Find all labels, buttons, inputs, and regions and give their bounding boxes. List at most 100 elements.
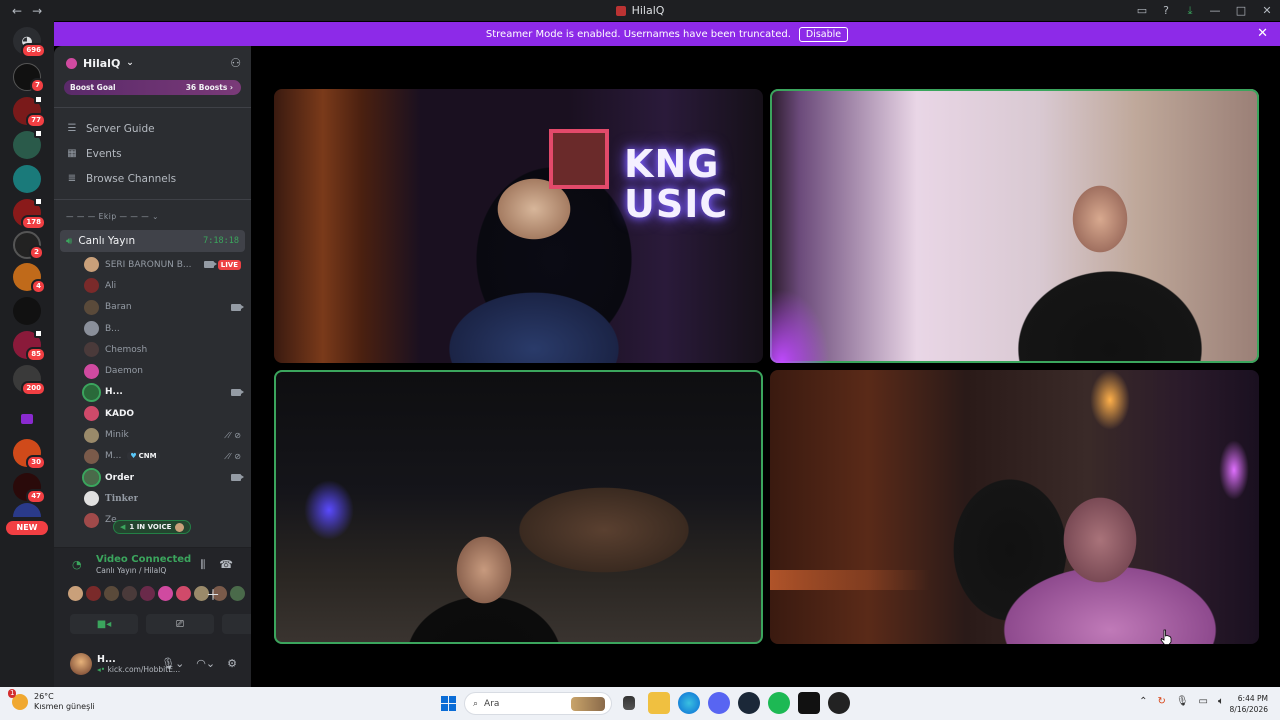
headphones-icon[interactable]: ◠⌄: [196, 657, 215, 670]
minimize-icon[interactable]: —: [1202, 0, 1228, 21]
avatar[interactable]: [140, 586, 155, 601]
member-item[interactable]: SERİ BARONUN B... LIVE: [54, 254, 251, 275]
member-item[interactable]: Chemosh: [54, 339, 251, 360]
video-tile[interactable]: [770, 89, 1259, 363]
avatar[interactable]: [158, 586, 173, 601]
avatar[interactable]: [104, 586, 119, 601]
server-name: HilalQ: [83, 56, 121, 70]
voice-status[interactable]: Video Connected: [96, 554, 191, 565]
server-icon[interactable]: [13, 297, 41, 325]
close-banner-icon[interactable]: ✕: [1257, 26, 1268, 41]
hand-cursor-icon: [1160, 629, 1172, 645]
refresh-icon[interactable]: ↻: [1157, 696, 1165, 707]
nav-events[interactable]: ▦ Events: [54, 141, 251, 166]
server-icon[interactable]: 30: [13, 439, 46, 470]
avatar[interactable]: [70, 652, 92, 675]
terminal-icon[interactable]: [798, 692, 820, 714]
taskbar-search[interactable]: ⌕ Ara: [464, 692, 612, 715]
obs-icon[interactable]: [828, 692, 850, 714]
status-icon: ◂•: [97, 664, 106, 674]
connection-signal-icon[interactable]: ◔: [72, 558, 86, 572]
weather-widget[interactable]: 1 26°C Kısmen güneşli: [8, 689, 95, 712]
avatar[interactable]: [230, 586, 245, 601]
member-item[interactable]: H...: [54, 382, 251, 403]
close-window-icon[interactable]: ✕: [1254, 0, 1280, 21]
task-view-icon[interactable]: [623, 696, 635, 710]
monitor-icon[interactable]: ▭: [1199, 696, 1208, 707]
folder-icon[interactable]: [13, 405, 41, 433]
weather-condition: Kısmen güneşli: [34, 702, 95, 711]
camera-icon: [231, 388, 244, 396]
member-item[interactable]: M... ♥ CNM ⁄̸ ⊘: [54, 446, 251, 467]
server-icon[interactable]: 85: [13, 329, 46, 362]
nav-server-guide[interactable]: ☰ Server Guide: [54, 116, 251, 141]
inbox-icon[interactable]: ▭: [1130, 0, 1154, 21]
help-icon[interactable]: ?: [1154, 0, 1178, 21]
calendar-icon: ▦: [67, 147, 77, 159]
member-item[interactable]: KADO: [54, 403, 251, 424]
add-participant-icon[interactable]: ＋: [206, 585, 220, 605]
video-tile[interactable]: [274, 370, 763, 644]
date: 8/16/2026: [1229, 705, 1268, 714]
windows-start-icon[interactable]: [441, 696, 456, 711]
avatar[interactable]: [122, 586, 137, 601]
back-arrow-icon[interactable]: ←: [12, 4, 22, 18]
member-item[interactable]: Tinker: [54, 488, 251, 509]
avatar[interactable]: [68, 586, 83, 601]
avatar[interactable]: [176, 586, 191, 601]
member-item[interactable]: Ali: [54, 275, 251, 296]
voice-channel-canli-yayin[interactable]: 🔊︎ Canlı Yayın 7:18:18: [60, 230, 245, 252]
member-item[interactable]: Minik ⁄̸ ⊘: [54, 424, 251, 445]
camera-toggle-button[interactable]: ■◂: [70, 614, 138, 634]
microphone-icon[interactable]: 🎙︎⌄: [161, 657, 184, 670]
volume-icon[interactable]: 🔈︎: [1218, 696, 1224, 707]
server-header[interactable]: HilalQ ⌄ ⚇: [54, 46, 251, 80]
disconnect-icon[interactable]: ☎: [219, 558, 233, 572]
forward-arrow-icon[interactable]: →: [32, 4, 42, 18]
noise-suppression-icon[interactable]: ⫼: [200, 558, 205, 572]
category-ekip[interactable]: — — — Ekip — — — ⌄: [54, 212, 251, 226]
server-icon[interactable]: 4: [13, 263, 46, 294]
server-icon[interactable]: 47: [13, 473, 46, 504]
home-button[interactable]: ◕ 696: [13, 27, 46, 58]
server-icon[interactable]: 7: [13, 63, 45, 93]
file-explorer-icon[interactable]: [648, 692, 670, 714]
download-icon[interactable]: ⤓: [1178, 0, 1202, 21]
gear-icon[interactable]: ⚙: [227, 657, 237, 670]
member-item[interactable]: Order: [54, 467, 251, 488]
server-icon[interactable]: 200: [13, 365, 46, 396]
server-icon[interactable]: [13, 503, 41, 517]
disable-button[interactable]: Disable: [798, 26, 849, 42]
in-voice-pill[interactable]: ◀︎ 1 IN VOICE: [113, 520, 192, 534]
voice-connected-panel: ◔ Video Connected Canlı Yayın / HilalQ ⫼…: [54, 547, 290, 640]
speaker-icon: ◀︎: [120, 523, 126, 531]
spotify-icon[interactable]: [768, 692, 790, 714]
clock[interactable]: 6:44 PM 8/16/2026: [1230, 693, 1268, 715]
video-tile[interactable]: KNG USIC: [274, 89, 763, 363]
member-item[interactable]: Baran: [54, 297, 251, 318]
chevron-up-icon[interactable]: ⌃: [1139, 696, 1147, 707]
live-badge: LIVE: [217, 259, 241, 270]
sun-icon: 1: [8, 689, 28, 710]
maximize-icon[interactable]: □: [1228, 0, 1254, 21]
channel-list-icon: ≣: [67, 172, 77, 184]
voice-channel-name: Canlı Yayın: [78, 235, 136, 247]
avatar[interactable]: [86, 586, 101, 601]
screen-share-button[interactable]: ⎚: [146, 614, 214, 634]
member-item[interactable]: Daemon: [54, 360, 251, 381]
nav-browse-channels[interactable]: ≣ Browse Channels: [54, 166, 251, 191]
server-icon[interactable]: 77: [13, 95, 46, 128]
video-tile[interactable]: [770, 370, 1259, 644]
mic-tray-icon[interactable]: 🎙︎: [1176, 696, 1189, 707]
server-icon[interactable]: [13, 165, 41, 193]
boost-goal-bar[interactable]: Boost Goal 36 Boosts ›: [64, 80, 241, 95]
voice-location[interactable]: Canlı Yayın / HilalQ: [96, 566, 166, 575]
steam-icon[interactable]: [738, 692, 760, 714]
server-icon[interactable]: [13, 129, 43, 159]
discord-icon[interactable]: [708, 692, 730, 714]
server-icon[interactable]: 2: [13, 231, 44, 260]
edge-icon[interactable]: [678, 692, 700, 714]
member-item[interactable]: B...: [54, 318, 251, 339]
invite-people-icon[interactable]: ⚇: [230, 56, 241, 70]
server-icon[interactable]: 178: [13, 197, 46, 230]
